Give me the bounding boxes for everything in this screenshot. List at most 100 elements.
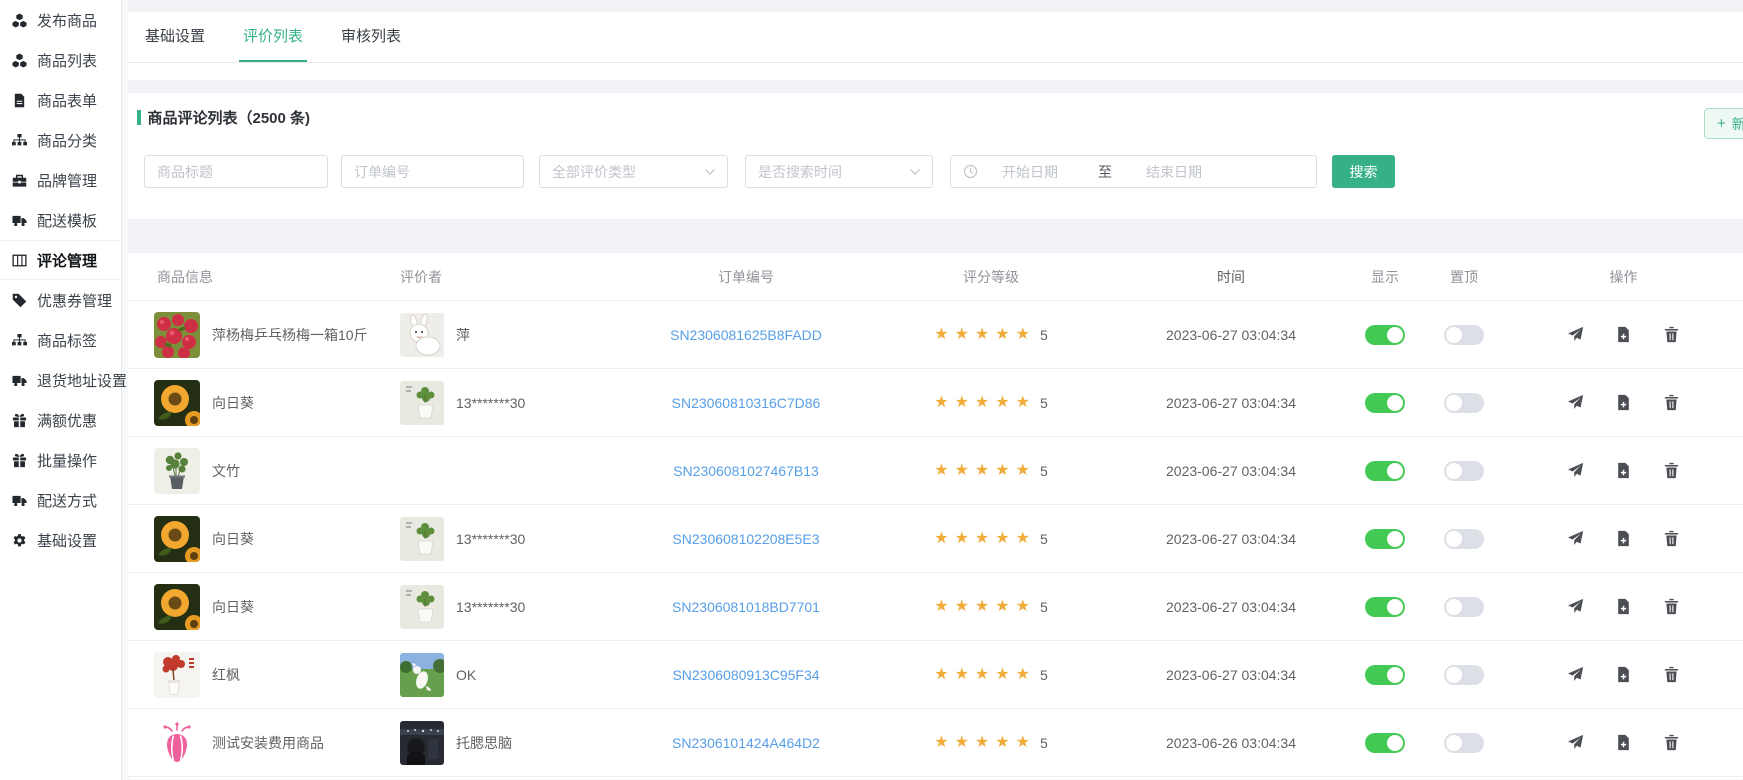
sidebar-item-5[interactable]: 品牌管理	[0, 160, 121, 200]
file-add-icon[interactable]	[1615, 666, 1633, 684]
trash-icon[interactable]	[1663, 734, 1681, 752]
sidebar-item-7-active[interactable]: 评论管理	[0, 240, 121, 280]
product-image-sunflower	[154, 516, 200, 562]
sidebar-item-8[interactable]: 优惠券管理	[0, 280, 121, 320]
sidebar-item-label: 商品列表	[37, 50, 97, 71]
date-end-placeholder: 结束日期	[1146, 162, 1202, 182]
truck-icon	[12, 212, 28, 228]
pin-top-toggle-off[interactable]	[1444, 461, 1484, 481]
send-icon[interactable]	[1567, 530, 1585, 548]
sidebar-item-label: 配送方式	[37, 490, 97, 511]
order-no-input[interactable]	[341, 155, 524, 188]
reviewer-avatar-plant	[400, 585, 444, 629]
send-icon[interactable]	[1567, 666, 1585, 684]
trash-icon[interactable]	[1663, 598, 1681, 616]
toggle-knob	[1387, 667, 1403, 683]
pin-top-toggle-off[interactable]	[1444, 597, 1484, 617]
truck-icon	[12, 372, 28, 388]
sidebar-item-2[interactable]: 商品列表	[0, 40, 121, 80]
reviewer-avatar-plant	[400, 517, 444, 561]
toggle-knob	[1446, 395, 1462, 411]
file-add-icon[interactable]	[1615, 326, 1633, 344]
review-time: 2023-06-27 03:04:34	[1116, 531, 1346, 547]
rating-value: 5	[1040, 395, 1048, 411]
send-icon[interactable]	[1567, 462, 1585, 480]
trash-icon[interactable]	[1663, 666, 1681, 684]
trash-icon[interactable]	[1663, 530, 1681, 548]
visibility-toggle-on[interactable]	[1365, 665, 1405, 685]
toggle-knob	[1446, 463, 1462, 479]
rating-value: 5	[1040, 327, 1048, 343]
date-range-picker[interactable]: 开始日期 至 结束日期	[950, 155, 1317, 188]
visibility-toggle-on[interactable]	[1365, 597, 1405, 617]
send-icon[interactable]	[1567, 734, 1585, 752]
review-type-select[interactable]: 全部评价类型	[539, 155, 728, 188]
pin-top-toggle-off[interactable]	[1444, 665, 1484, 685]
product-image-sunflower	[154, 584, 200, 630]
tab-3[interactable]: 审核列表	[341, 12, 401, 62]
sidebar-item-3[interactable]: 商品表单	[0, 80, 121, 120]
pin-top-toggle-off[interactable]	[1444, 733, 1484, 753]
rating-value: 5	[1040, 599, 1048, 615]
date-range-separator: 至	[1098, 162, 1112, 182]
product-title: 红枫	[212, 665, 240, 685]
pin-top-toggle-off[interactable]	[1444, 393, 1484, 413]
tab-2-active[interactable]: 评价列表	[243, 12, 303, 62]
visibility-toggle-on[interactable]	[1365, 461, 1405, 481]
sidebar-item-14[interactable]: 基础设置	[0, 520, 121, 560]
file-add-icon[interactable]	[1615, 462, 1633, 480]
product-title: 文竹	[212, 461, 240, 481]
file-add-icon[interactable]	[1615, 394, 1633, 412]
order-number-link[interactable]: SN2306081027467B13	[673, 463, 819, 479]
reviewer-avatar-night	[400, 721, 444, 765]
order-number-link[interactable]: SN2306101424A464D2	[672, 735, 820, 751]
order-number-link[interactable]: SN230608102208E5E3	[672, 531, 819, 547]
tab-1[interactable]: 基础设置	[145, 12, 205, 62]
order-number-link[interactable]: SN2306081625B8FADD	[670, 327, 822, 343]
sidebar-item-9[interactable]: 商品标签	[0, 320, 121, 360]
send-icon[interactable]	[1567, 394, 1585, 412]
file-add-icon[interactable]	[1615, 530, 1633, 548]
time-search-select[interactable]: 是否搜索时间	[745, 155, 933, 188]
sidebar-item-label: 优惠券管理	[37, 290, 112, 311]
review-time: 2023-06-27 03:04:34	[1116, 327, 1346, 343]
visibility-toggle-on[interactable]	[1365, 325, 1405, 345]
visibility-toggle-on[interactable]	[1365, 393, 1405, 413]
visibility-toggle-on[interactable]	[1365, 733, 1405, 753]
file-add-icon[interactable]	[1615, 598, 1633, 616]
sidebar-item-11[interactable]: 满额优惠	[0, 400, 121, 440]
search-button[interactable]: 搜索	[1332, 155, 1395, 188]
toggle-knob	[1446, 327, 1462, 343]
send-icon[interactable]	[1567, 598, 1585, 616]
sidebar-item-10[interactable]: 退货地址设置	[0, 360, 121, 400]
add-new-button[interactable]: + 新增	[1704, 108, 1743, 139]
visibility-toggle-on[interactable]	[1365, 529, 1405, 549]
table-row: 测试安装费用商品托腮思脑SN2306101424A464D2★★★★★52023…	[128, 709, 1743, 777]
file-add-icon[interactable]	[1615, 734, 1633, 752]
sidebar-item-13[interactable]: 配送方式	[0, 480, 121, 520]
file-icon	[12, 92, 28, 108]
sidebar-item-1[interactable]: 发布商品	[0, 0, 121, 40]
product-title: 向日葵	[212, 529, 254, 549]
trash-icon[interactable]	[1663, 326, 1681, 344]
send-icon[interactable]	[1567, 326, 1585, 344]
sidebar-item-12[interactable]: 批量操作	[0, 440, 121, 480]
sidebar-item-4[interactable]: 商品分类	[0, 120, 121, 160]
trash-icon[interactable]	[1663, 462, 1681, 480]
column-header-5: 时间	[1116, 267, 1346, 287]
column-header-4: 评分等级	[866, 267, 1116, 287]
table-row: 红枫OKSN2306080913C95F34★★★★★52023-06-27 0…	[128, 641, 1743, 709]
pin-top-toggle-off[interactable]	[1444, 529, 1484, 549]
review-time: 2023-06-27 03:04:34	[1116, 599, 1346, 615]
pin-top-toggle-off[interactable]	[1444, 325, 1484, 345]
order-number-link[interactable]: SN2306081018BD7701	[672, 599, 820, 615]
trash-icon[interactable]	[1663, 394, 1681, 412]
order-number-link[interactable]: SN23060810316C7D86	[672, 395, 821, 411]
product-image-sunflower	[154, 380, 200, 426]
order-number-link[interactable]: SN2306080913C95F34	[672, 667, 819, 683]
product-title-input[interactable]	[144, 155, 328, 188]
sitemap-icon	[12, 332, 28, 348]
table-row: 文竹SN2306081027467B13★★★★★52023-06-27 03:…	[128, 437, 1743, 505]
reviewer-name: 13*******30	[456, 531, 525, 547]
sidebar-item-6[interactable]: 配送模板	[0, 200, 121, 240]
